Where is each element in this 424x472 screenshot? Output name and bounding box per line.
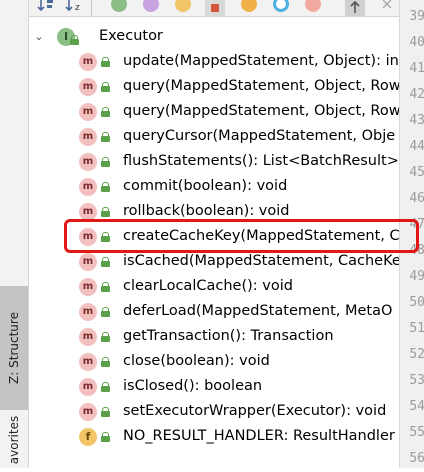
tree-member-row[interactable]: m clearLocalCache(): void <box>29 274 399 299</box>
method-icon: m <box>79 402 97 421</box>
tree-member-label: close(boolean): void <box>123 353 270 369</box>
public-lock-icon <box>101 432 110 442</box>
public-lock-icon <box>101 357 110 367</box>
method-icon: m <box>79 127 97 146</box>
line-number: 56 <box>409 451 424 466</box>
tree-member-label: query(MappedStatement, Object, Row <box>123 78 399 94</box>
show-inherited-icon[interactable] <box>111 0 127 12</box>
show-lambdas-icon[interactable] <box>241 0 257 12</box>
autoscroll-to-source-icon[interactable] <box>345 0 365 16</box>
line-number: 49 <box>409 269 424 284</box>
method-icon: m <box>79 302 97 321</box>
sort-alphabetically-icon[interactable]: z <box>65 0 85 16</box>
public-lock-icon <box>101 257 110 267</box>
line-number: 39 <box>409 9 424 24</box>
line-number: 50 <box>409 295 424 310</box>
line-number: 43 <box>409 113 424 128</box>
tree-member-label: update(MappedStatement, Object): in <box>123 53 399 69</box>
line-number: 41 <box>409 61 424 76</box>
tree-member-label: getTransaction(): Transaction <box>123 328 334 344</box>
show-properties-icon[interactable] <box>143 0 159 12</box>
line-number: 55 <box>409 425 424 440</box>
structure-toolbar: z <box>29 0 399 17</box>
tree-member-label: isClosed(): boolean <box>123 378 263 394</box>
public-lock-icon <box>101 82 110 92</box>
tree-member-label: query(MappedStatement, Object, Row <box>123 103 399 119</box>
structure-tool-tab[interactable]: Z: Structure <box>0 286 28 410</box>
public-lock-icon <box>101 207 110 217</box>
tree-member-row[interactable]: m query(MappedStatement, Object, Row <box>29 74 399 99</box>
public-lock-icon <box>101 332 110 342</box>
line-number: 40 <box>409 35 424 50</box>
line-number: 54 <box>409 399 424 414</box>
line-number: 46 <box>409 191 424 206</box>
tree-member-label: flushStatements(): List<BatchResult> <box>123 153 399 169</box>
tree-member-row[interactable]: f NO_RESULT_HANDLER: ResultHandler <box>29 424 399 449</box>
method-icon: m <box>79 202 97 221</box>
method-icon: m <box>79 177 97 196</box>
left-tool-stripe: Z: Structure avorites <box>0 0 29 468</box>
public-lock-icon <box>70 35 79 45</box>
toolbar-separator <box>91 0 92 16</box>
line-number: 53 <box>409 373 424 388</box>
method-icon: m <box>79 77 97 96</box>
tree-member-row[interactable]: m commit(boolean): void <box>29 174 399 199</box>
collapse-arrow-icon[interactable]: ⌄ <box>33 30 45 43</box>
tree-member-row[interactable]: m queryCursor(MappedStatement, Obje <box>29 124 399 149</box>
public-lock-icon <box>101 132 110 142</box>
show-anonymous-icon[interactable] <box>273 0 289 12</box>
tree-member-row[interactable]: m isClosed(): boolean <box>29 374 399 399</box>
public-lock-icon <box>101 407 110 417</box>
method-icon: m <box>79 152 97 171</box>
tree-member-label: queryCursor(MappedStatement, Obje <box>123 128 396 144</box>
public-lock-icon <box>101 107 110 117</box>
tree-member-label: setExecutorWrapper(Executor): void <box>123 403 387 419</box>
public-lock-icon <box>101 307 110 317</box>
method-icon: m <box>79 377 97 396</box>
line-number: 45 <box>409 165 424 180</box>
tree-member-label: NO_RESULT_HANDLER: ResultHandler <box>123 428 395 444</box>
tree-root-executor[interactable]: ⌄ I Executor <box>29 24 399 49</box>
method-icon: m <box>79 252 97 271</box>
method-icon: m <box>79 102 97 121</box>
field-icon: f <box>79 427 97 446</box>
public-lock-icon <box>101 57 110 67</box>
tree-member-row[interactable]: m close(boolean): void <box>29 349 399 374</box>
close-icon[interactable] <box>377 0 397 16</box>
tree-member-row[interactable]: m getTransaction(): Transaction <box>29 324 399 349</box>
tree-member-label: commit(boolean): void <box>123 178 288 194</box>
line-number: 44 <box>409 139 424 154</box>
tree-member-row[interactable]: m query(MappedStatement, Object, Row <box>29 99 399 124</box>
show-lambda-icon[interactable] <box>305 0 321 12</box>
sort-by-visibility-icon[interactable] <box>37 0 57 16</box>
method-icon: m <box>79 277 97 296</box>
highlight-box <box>64 219 419 253</box>
show-non-public-icon[interactable] <box>205 0 225 16</box>
public-lock-icon <box>101 182 110 192</box>
tree-member-label: deferLoad(MappedStatement, MetaO <box>123 303 393 319</box>
favorites-tab-label: avorites <box>7 415 21 465</box>
line-number: 52 <box>409 347 424 362</box>
line-number: 51 <box>409 321 424 336</box>
tree-member-row[interactable]: m deferLoad(MappedStatement, MetaO <box>29 299 399 324</box>
tree-member-row[interactable]: m setExecutorWrapper(Executor): void <box>29 399 399 424</box>
line-number: 42 <box>409 87 424 102</box>
favorites-tool-tab[interactable]: avorites <box>0 412 28 468</box>
method-icon: m <box>79 352 97 371</box>
structure-tab-label: Z: Structure <box>7 312 21 384</box>
tree-member-row[interactable]: m update(MappedStatement, Object): in <box>29 49 399 74</box>
tree-member-label: clearLocalCache(): void <box>123 278 293 294</box>
method-icon: m <box>79 52 97 71</box>
method-icon: m <box>79 327 97 346</box>
show-fields-icon[interactable] <box>175 0 191 12</box>
public-lock-icon <box>101 282 110 292</box>
public-lock-icon <box>101 157 110 167</box>
public-lock-icon <box>101 382 110 392</box>
tree-member-row[interactable]: m flushStatements(): List<BatchResult> <box>29 149 399 174</box>
svg-text:z: z <box>75 3 80 13</box>
tree-root-label: Executor <box>99 28 163 44</box>
